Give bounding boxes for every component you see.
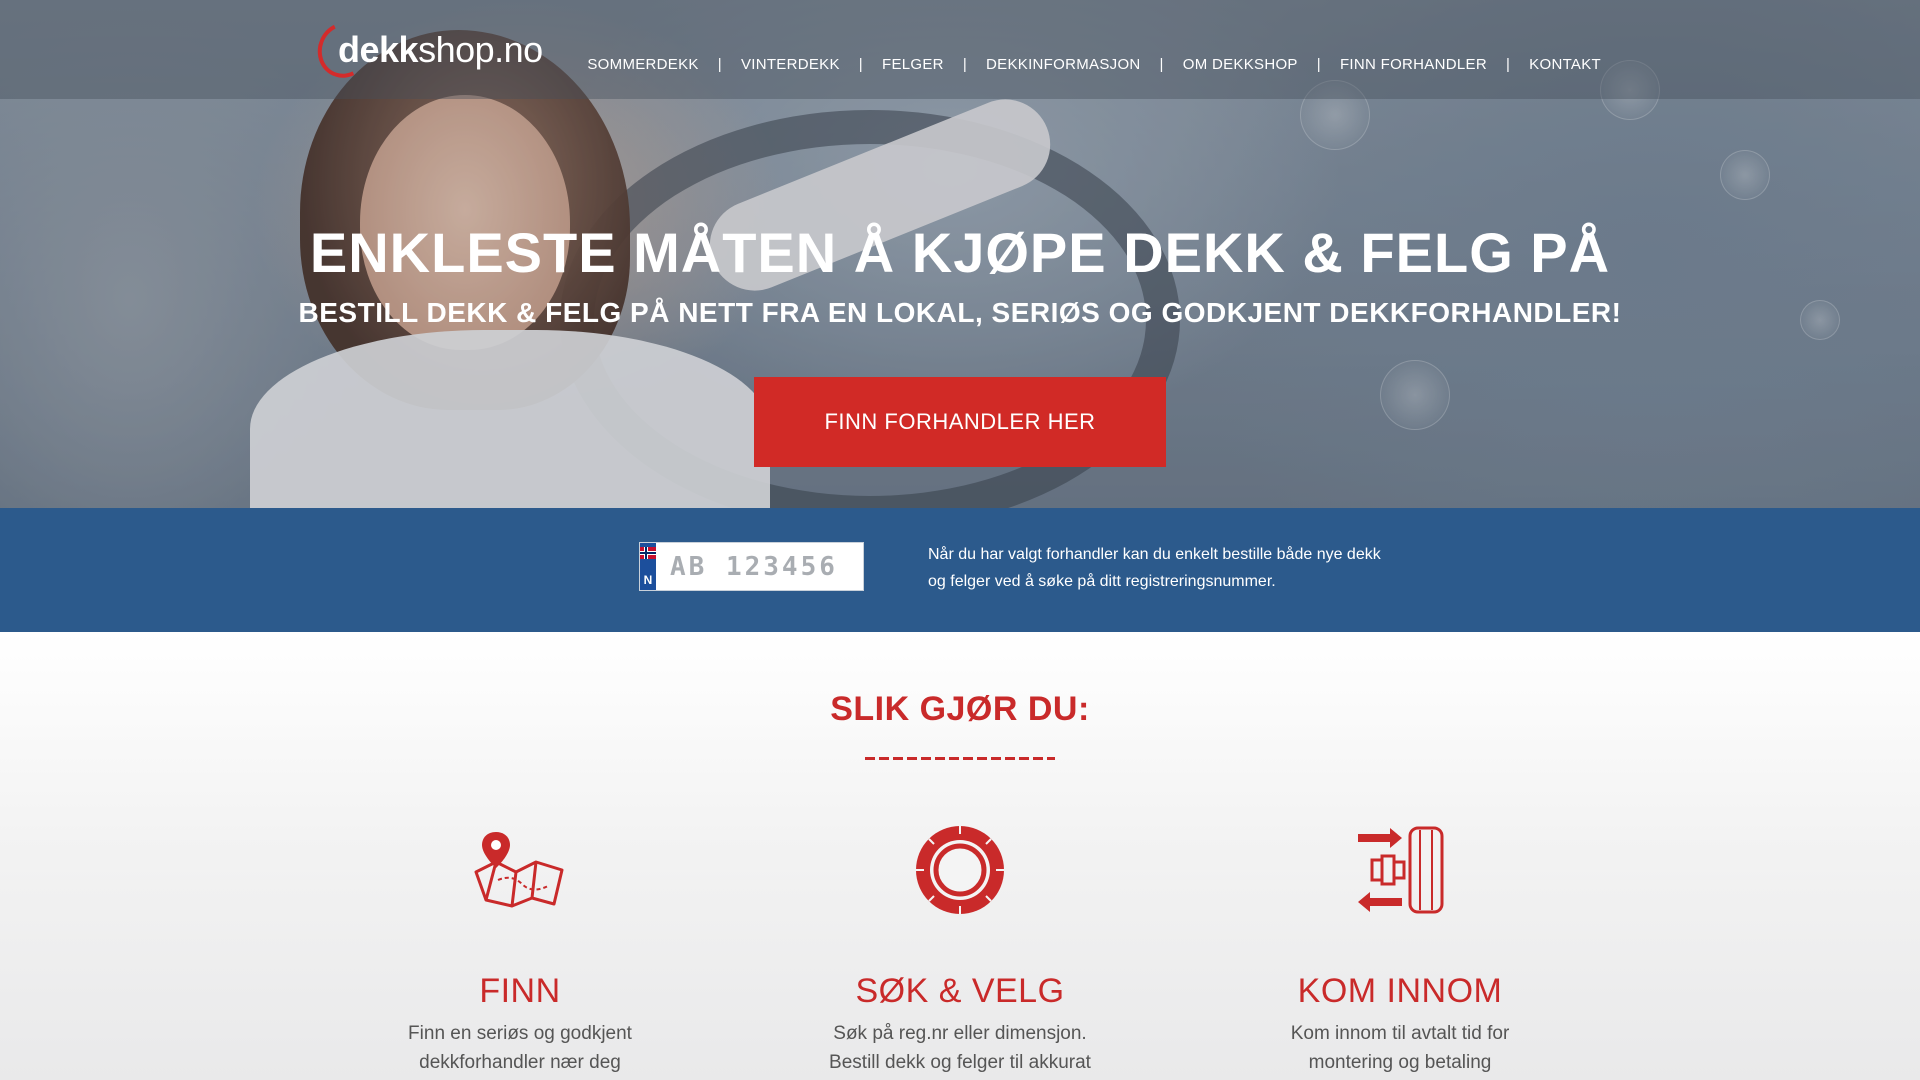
nav-separator: | bbox=[1505, 56, 1511, 73]
nav-item-finn-forhandler[interactable]: FINN FORHANDLER bbox=[1340, 56, 1487, 73]
hero-subtitle: BESTILL DEKK & FELG PÅ NETT FRA EN LOKAL… bbox=[298, 297, 1622, 328]
registration-info-text: Når du har valgt forhandler kan du enkel… bbox=[928, 546, 1381, 590]
step-finn: FINN Finn en seriøs og godkjent dekkforh… bbox=[320, 820, 720, 1077]
nav-separator: | bbox=[858, 56, 863, 73]
find-dealer-button[interactable]: FINN FORHANDLER HER bbox=[754, 377, 1166, 467]
nav-item-sommerdekk[interactable]: SOMMERDEKK bbox=[587, 56, 698, 73]
license-plate-search: N bbox=[639, 542, 1005, 591]
logo-text: dekkshop.no bbox=[338, 29, 543, 70]
site-logo[interactable]: dekkshop.no bbox=[309, 14, 558, 86]
nav-separator: | bbox=[1159, 56, 1164, 73]
step-sok-velg: SØK & VELG Søk på reg.nr eller dimensjon… bbox=[760, 820, 1160, 1080]
step-text: Finn en seriøs og godkjent dekkforhandle… bbox=[408, 1023, 632, 1073]
step-text: Søk på reg.nr eller dimensjon. Bestill d… bbox=[829, 1023, 1091, 1073]
step-kom-innom: KOM INNOM Kom innom til avtalt tid for m… bbox=[1200, 820, 1600, 1077]
how-to-title: SLIK GJØR DU: bbox=[830, 690, 1090, 728]
norway-flag-icon bbox=[640, 547, 656, 559]
hero-title: ENKLESTE MÅTEN Å KJØPE DEKK & FELG PÅ bbox=[309, 221, 1611, 284]
nav-item-dekkinformasjon[interactable]: DEKKINFORMASJON bbox=[986, 56, 1141, 73]
wheel-mount-icon bbox=[1200, 820, 1600, 920]
nav-item-felger[interactable]: FELGER bbox=[882, 56, 944, 73]
step-title: SØK & VELG bbox=[855, 972, 1065, 1010]
main-nav: SOMMERDEKK | VINTERDEKK | FELGER | DEKKI… bbox=[587, 56, 1601, 73]
title-divider bbox=[865, 757, 1055, 760]
step-text: Kom innom til avtalt tid for montering o… bbox=[1290, 1023, 1510, 1073]
top-navbar: dekkshop.no SOMMERDEKK | VINTERDEKK | FE… bbox=[0, 0, 1920, 99]
plate-country-band: N bbox=[640, 543, 656, 590]
nav-separator: | bbox=[962, 56, 968, 73]
nav-separator: | bbox=[1316, 56, 1321, 73]
step-title: KOM INNOM bbox=[1297, 972, 1503, 1010]
map-pin-icon bbox=[320, 820, 720, 920]
nav-separator: | bbox=[717, 56, 722, 73]
plate-country-code: N bbox=[643, 573, 653, 587]
nav-item-om-dekkshop[interactable]: OM DEKKSHOP bbox=[1183, 56, 1298, 73]
step-title: FINN bbox=[479, 972, 561, 1010]
tire-icon bbox=[760, 820, 1160, 920]
nav-item-kontakt[interactable]: KONTAKT bbox=[1529, 56, 1601, 73]
nav-item-vinterdekk[interactable]: VINTERDEKK bbox=[741, 56, 840, 73]
